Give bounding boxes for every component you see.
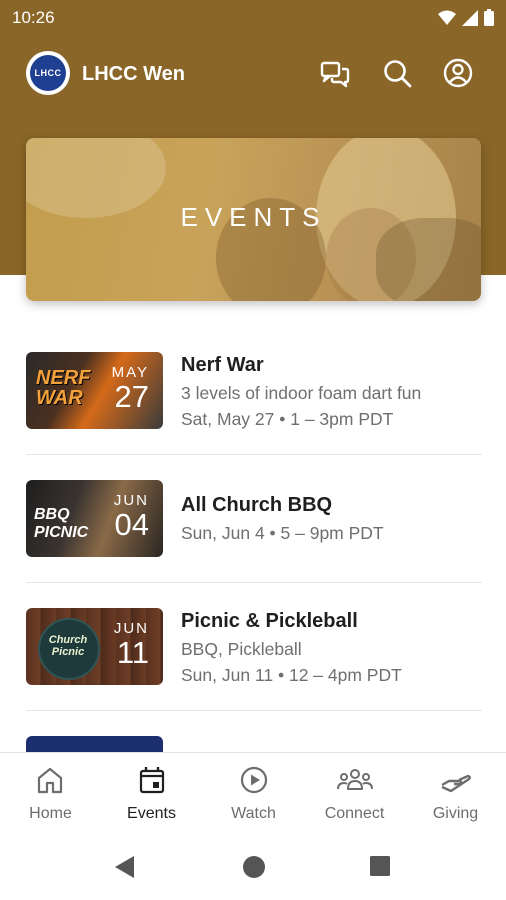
thumbnail-date: JUN 04 [114,492,149,541]
nav-label: Giving [432,805,479,822]
event-text: Nerf War 3 levels of indoor foam dart fu… [181,352,421,430]
nav-item-events[interactable]: Events [101,753,202,835]
back-icon[interactable] [114,855,136,879]
event-datetime: Sun, Jun 11 • 12 – 4pm PDT [181,665,402,685]
event-day: 04 [114,507,149,542]
event-title: All Church BBQ [181,494,333,516]
wifi-icon [438,10,456,25]
event-thumbnail: NERF WAR MAY 27 [26,352,163,429]
chat-icon[interactable] [319,57,351,89]
event-description: BBQ, Pickleball [181,639,302,659]
home-icon [37,767,63,794]
search-icon[interactable] [381,57,413,89]
nav-item-home[interactable]: Home [0,753,101,835]
event-text: All Church BBQ Sun, Jun 4 • 5 – 9pm PDT [181,480,384,544]
status-time: 10:26 [12,8,55,27]
battery-icon [484,9,494,26]
event-list-item[interactable]: BBQ PICNIC JUN 04 All Church BBQ Sun, Ju… [26,480,482,560]
event-title: Nerf War [181,354,264,376]
people-icon [337,769,373,790]
event-datetime: Sun, Jun 4 • 5 – 9pm PDT [181,523,384,543]
status-bar: 10:26 [0,0,506,36]
hero-title: EVENTS [180,202,327,232]
event-thumbnail: Church Picnic JUN 11 [26,608,163,685]
divider [26,582,482,583]
divider [26,454,482,455]
nav-item-giving[interactable]: Giving [405,753,506,835]
play-icon [240,766,268,794]
nav-label: Watch [231,805,276,822]
calendar-icon [139,767,165,794]
event-datetime: Sat, May 27 • 1 – 3pm PDT [181,409,394,429]
divider [26,710,482,711]
event-day: 27 [114,379,149,414]
signal-icon [462,9,478,26]
thumbnail-date: MAY 27 [112,364,149,413]
thumbnail-art-text: BBQ PICNIC [34,506,89,541]
nav-label: Events [127,805,176,822]
logo-text: LHCC [30,55,66,91]
status-icons [438,9,494,26]
event-day: 11 [116,635,149,670]
church-logo[interactable]: LHCC [26,51,70,95]
event-text: Picnic & Pickleball BBQ, Pickleball Sun,… [181,608,402,686]
app-bar: LHCC LHCC Wen [0,45,506,105]
thumbnail-art-text: Church Picnic [48,634,88,658]
bottom-navigation: Home Events Watch Connect Giving [0,752,506,835]
giving-hand-icon [441,774,471,793]
home-circle-icon[interactable] [242,855,266,879]
account-icon[interactable] [442,57,474,89]
thumbnail-date: JUN 11 [114,620,149,669]
event-list-item[interactable]: Church Picnic JUN 11 Picnic & Pickleball… [26,608,482,688]
event-description: 3 levels of indoor foam dart fun [181,383,422,403]
nav-item-connect[interactable]: Connect [304,753,405,835]
event-thumbnail: BBQ PICNIC JUN 04 [26,480,163,557]
events-hero-banner: EVENTS [26,138,481,301]
recents-icon[interactable] [369,855,391,877]
event-list-item[interactable]: NERF WAR MAY 27 Nerf War 3 levels of ind… [26,352,482,432]
app-title: LHCC Wen [82,63,185,85]
event-title: Picnic & Pickleball [181,610,358,632]
nav-item-watch[interactable]: Watch [203,753,304,835]
system-navigation-bar [0,835,506,900]
nav-label: Home [29,805,72,822]
thumbnail-art-text: NERF WAR [36,367,91,409]
nav-label: Connect [324,805,385,822]
